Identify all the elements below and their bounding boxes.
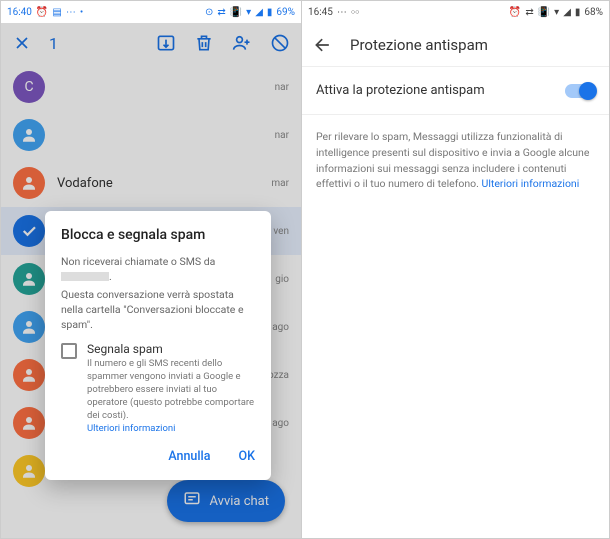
- conversation-date: ven: [273, 226, 289, 237]
- link-icon: ⇄: [525, 7, 533, 18]
- status-icon: ○○: [351, 8, 359, 16]
- avatar: [13, 455, 45, 487]
- report-spam-checkbox[interactable]: [61, 343, 77, 359]
- back-button[interactable]: [312, 34, 334, 56]
- conversation-date: nar: [275, 82, 289, 93]
- dialog-title: Blocca e segnala spam: [61, 227, 255, 243]
- alarm-icon: ⏰: [36, 7, 48, 18]
- setting-label: Attiva la protezione antispam: [316, 83, 565, 98]
- close-selection-button[interactable]: [11, 32, 33, 54]
- checkbox-label: Segnala spam: [87, 342, 255, 356]
- redacted-number: [61, 272, 109, 281]
- vibrate-icon: 📳: [230, 7, 242, 18]
- conversation-date: mar: [271, 178, 289, 189]
- avatar: [13, 407, 45, 439]
- chat-icon: [183, 490, 201, 512]
- conversation-name: Vodafone: [57, 176, 265, 191]
- dialog-cancel-button[interactable]: Annulla: [168, 449, 210, 464]
- avatar-selected: [13, 215, 45, 247]
- status-icon: ⋯: [66, 7, 76, 18]
- spam-protection-toggle[interactable]: [565, 84, 595, 98]
- battery-icon: ▮: [575, 7, 581, 18]
- vpn-icon: ⊙: [205, 7, 213, 18]
- status-icon: ⋯: [337, 7, 347, 18]
- status-icon: •: [80, 7, 83, 18]
- avatar: C: [13, 71, 45, 103]
- avatar: [13, 263, 45, 295]
- avatar: [13, 119, 45, 151]
- delete-button[interactable]: [193, 32, 215, 54]
- page-title: Protezione antispam: [350, 36, 488, 54]
- spam-protection-setting[interactable]: Attiva la protezione antispam: [302, 67, 609, 115]
- link-icon: ⇄: [217, 7, 225, 18]
- settings-header: Protezione antispam: [302, 23, 609, 67]
- statusbar-right: 16:45 ⋯ ○○ ⏰ ⇄ 📳 ▾ ◢ ▮ 68%: [302, 1, 609, 23]
- fab-label: Avvia chat: [209, 494, 269, 509]
- info-text-block: Per rilevare lo spam, Messaggi utilizza …: [302, 115, 609, 206]
- selection-toolbar: 1: [1, 23, 301, 63]
- conversation-item[interactable]: nar: [1, 111, 301, 159]
- block-spam-dialog: Blocca e segnala spam Non riceverai chia…: [45, 211, 271, 480]
- signal-icon: ◢: [255, 7, 263, 18]
- statusbar-left: 16:40 ⏰ ▤ ⋯ • ⊙ ⇄ 📳 ▾ ◢ ▮ 69%: [1, 1, 301, 23]
- conversation-item[interactable]: Vodafone mar: [1, 159, 301, 207]
- archive-button[interactable]: [155, 32, 177, 54]
- conversation-date: nar: [275, 130, 289, 141]
- conversation-item[interactable]: C nar: [1, 63, 301, 111]
- add-contact-button[interactable]: [231, 32, 253, 54]
- block-button[interactable]: [269, 32, 291, 54]
- more-info-link[interactable]: Ulteriori informazioni: [482, 177, 580, 190]
- vibrate-icon: 📳: [538, 7, 550, 18]
- phone-right: 16:45 ⋯ ○○ ⏰ ⇄ 📳 ▾ ◢ ▮ 68% Protezione an…: [302, 0, 610, 539]
- status-icon: ▤: [52, 7, 61, 18]
- dialog-body2: Questa conversazione verrà spostata nell…: [61, 288, 255, 332]
- dialog-ok-button[interactable]: OK: [238, 449, 255, 464]
- conversation-date: gio: [275, 274, 289, 285]
- status-time: 16:45: [308, 7, 333, 18]
- status-time: 16:40: [7, 7, 32, 18]
- avatar: [13, 359, 45, 391]
- selection-count: 1: [49, 34, 58, 53]
- more-info-link[interactable]: Ulteriori informazioni: [87, 423, 175, 434]
- status-battery: 68%: [584, 7, 603, 18]
- phone-left: 16:40 ⏰ ▤ ⋯ • ⊙ ⇄ 📳 ▾ ◢ ▮ 69% 1: [0, 0, 302, 539]
- wifi-icon: ▾: [246, 7, 251, 18]
- wifi-icon: ▾: [554, 7, 559, 18]
- avatar: [13, 311, 45, 343]
- status-battery: 69%: [276, 7, 295, 18]
- avatar: [13, 167, 45, 199]
- checkbox-description: Il numero e gli SMS recenti dello spamme…: [87, 358, 255, 422]
- alarm-icon: ⏰: [509, 7, 521, 18]
- dialog-body1: Non riceverai chiamate o SMS da .: [61, 255, 255, 284]
- battery-icon: ▮: [267, 7, 273, 18]
- signal-icon: ◢: [563, 7, 571, 18]
- start-chat-fab[interactable]: Avvia chat: [167, 480, 285, 522]
